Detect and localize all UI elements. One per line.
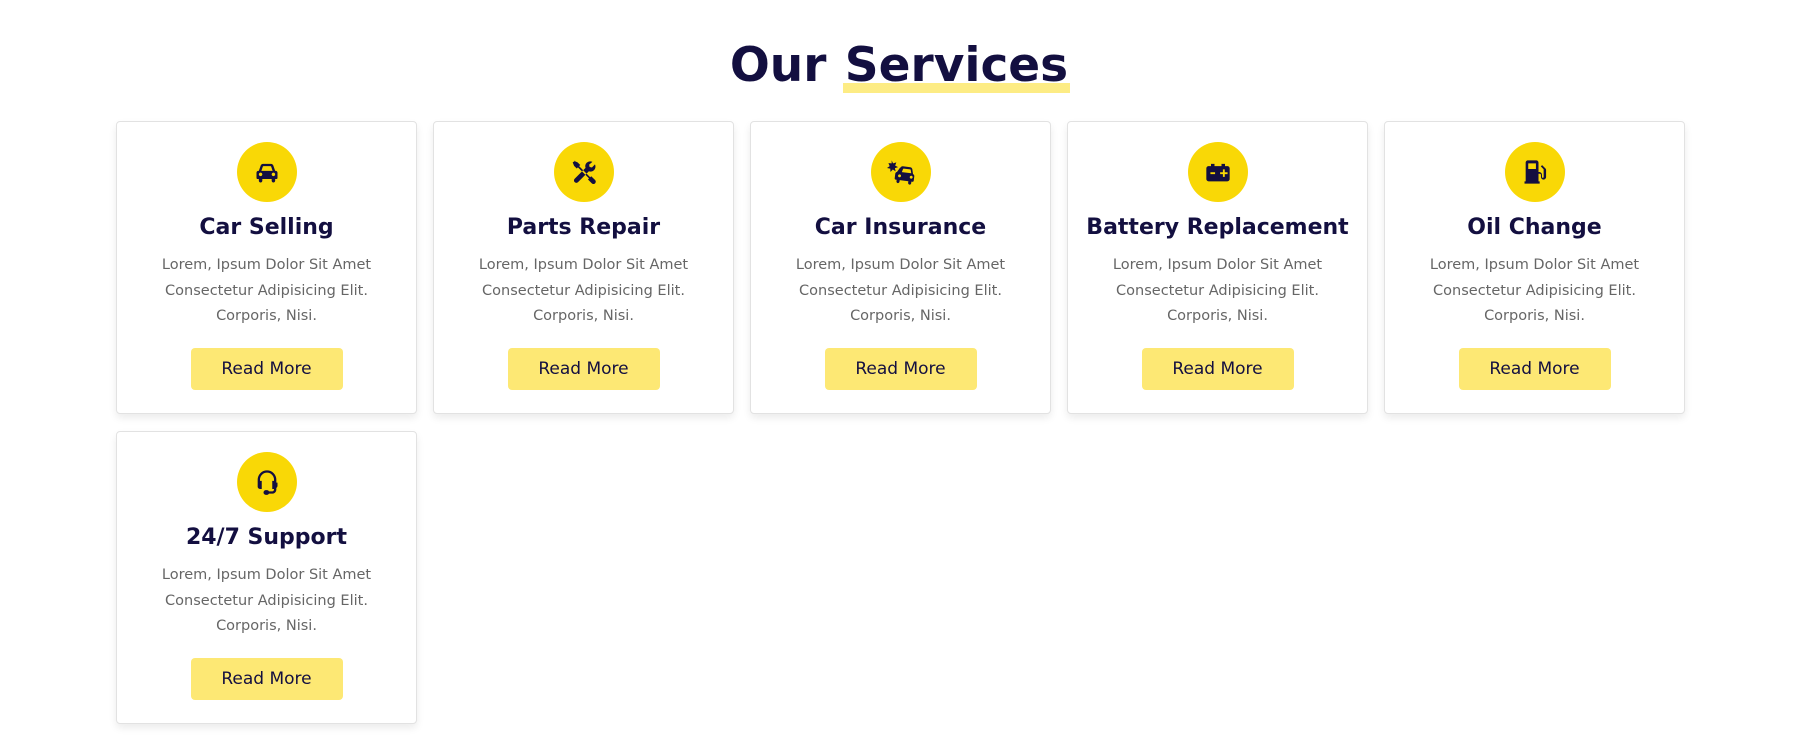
car-battery-icon: [1187, 142, 1248, 202]
car-icon: [236, 142, 297, 202]
car-crash-icon: [870, 142, 931, 202]
services-section: Our Services Car Selling Lorem, Ipsum Do…: [0, 0, 1800, 751]
service-card-support: 24/7 Support Lorem, Ipsum Dolor Sit Amet…: [116, 431, 417, 724]
service-title: Car Insurance: [814, 215, 987, 240]
service-title: Parts Repair: [506, 215, 661, 240]
read-more-button[interactable]: Read More: [190, 347, 343, 390]
services-grid: Car Selling Lorem, Ipsum Dolor Sit Amet …: [116, 121, 1685, 724]
read-more-button[interactable]: Read More: [1458, 347, 1611, 390]
service-title: Battery Replacement: [1086, 215, 1349, 240]
read-more-button[interactable]: Read More: [190, 657, 343, 700]
service-card-car-insurance: Car Insurance Lorem, Ipsum Dolor Sit Ame…: [750, 121, 1051, 414]
read-more-button[interactable]: Read More: [507, 347, 660, 390]
service-card-battery-replacement: Battery Replacement Lorem, Ipsum Dolor S…: [1067, 121, 1368, 414]
service-description: Lorem, Ipsum Dolor Sit Amet Consectetur …: [795, 257, 1006, 324]
service-description: Lorem, Ipsum Dolor Sit Amet Consectetur …: [161, 257, 372, 324]
service-title: Oil Change: [1467, 215, 1602, 240]
section-title: Our Services: [0, 37, 1800, 95]
service-description: Lorem, Ipsum Dolor Sit Amet Consectetur …: [1429, 257, 1640, 324]
service-card-car-selling: Car Selling Lorem, Ipsum Dolor Sit Amet …: [116, 121, 417, 414]
service-description: Lorem, Ipsum Dolor Sit Amet Consectetur …: [1112, 257, 1323, 324]
service-description: Lorem, Ipsum Dolor Sit Amet Consectetur …: [161, 567, 372, 634]
service-title: Car Selling: [199, 215, 334, 240]
read-more-button[interactable]: Read More: [824, 347, 977, 390]
tools-icon: [553, 142, 614, 202]
service-title: 24/7 Support: [185, 525, 348, 550]
gas-pump-icon: [1504, 142, 1565, 202]
headset-icon: [236, 452, 297, 512]
section-title-highlight: Services: [842, 38, 1071, 93]
service-card-parts-repair: Parts Repair Lorem, Ipsum Dolor Sit Amet…: [433, 121, 734, 414]
service-card-oil-change: Oil Change Lorem, Ipsum Dolor Sit Amet C…: [1384, 121, 1685, 414]
service-description: Lorem, Ipsum Dolor Sit Amet Consectetur …: [478, 257, 689, 324]
section-title-first: Our: [729, 38, 827, 93]
read-more-button[interactable]: Read More: [1141, 347, 1294, 390]
